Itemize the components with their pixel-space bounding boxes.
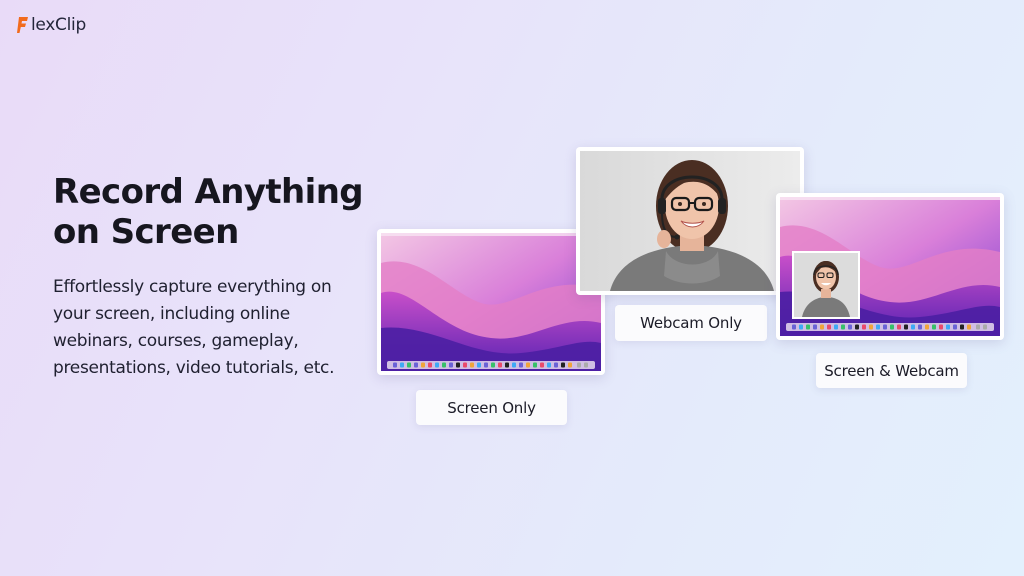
webcam-person-photo (580, 151, 800, 291)
webcam-only-preview-card[interactable] (576, 147, 804, 295)
headline-line-1: Record Anything (53, 172, 364, 212)
screen-and-webcam-button[interactable]: Screen & Webcam (816, 353, 967, 388)
page-title: Record Anything on Screen (53, 172, 373, 252)
desktop-with-webcam-overlay-screenshot (780, 197, 1000, 336)
flexclip-logo[interactable]: lexClip (17, 13, 86, 37)
webcam-only-button[interactable]: Webcam Only (615, 305, 767, 341)
hero-description: Effortlessly capture everything on your … (53, 277, 335, 378)
headline-line-2: on Screen (53, 212, 239, 252)
macos-desktop-screenshot (381, 233, 601, 371)
screen-only-button[interactable]: Screen Only (416, 390, 567, 425)
flexclip-logo-icon (17, 17, 28, 33)
logo-text: lexClip (31, 15, 86, 35)
screen-and-webcam-preview-card[interactable] (776, 193, 1004, 340)
screen-only-preview-card[interactable] (377, 229, 605, 375)
